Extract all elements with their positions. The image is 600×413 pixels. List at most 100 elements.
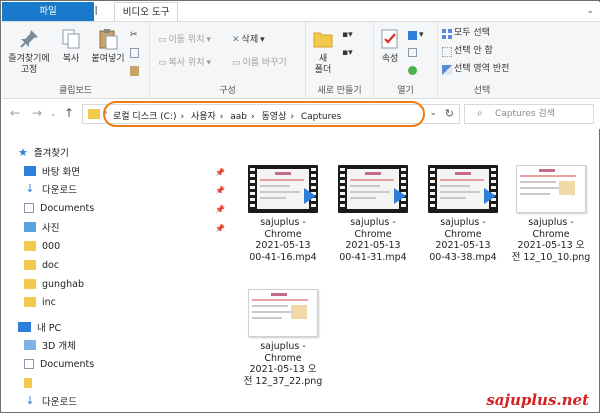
invert-selection-icon bbox=[442, 64, 452, 75]
new-item-icon[interactable]: ▪▾ bbox=[342, 30, 353, 41]
ribbon-collapse-icon[interactable]: ⌄ bbox=[586, 6, 594, 16]
search-box[interactable]: ⌕ Captures 검색 bbox=[464, 104, 594, 124]
explorer-window: 파일 홈 공유 보기 비디오 도구 ⌄ 즐겨찾기에 고정 복사 붙여넣기 ✂ bbox=[0, 0, 600, 413]
nav-item-downloads[interactable]: ↓ 다운로드 bbox=[24, 180, 77, 198]
play-icon bbox=[484, 188, 496, 204]
nav-item-pc-file[interactable] bbox=[24, 374, 38, 392]
delete-label: 삭제 bbox=[241, 35, 259, 45]
open-icon[interactable]: ▾ bbox=[408, 30, 424, 41]
nav-item-label: gunghab bbox=[42, 278, 84, 290]
group-new: 새 폴더 ▪▾ ▪▾ 새로 만들기 bbox=[306, 22, 374, 99]
history-icon[interactable] bbox=[408, 66, 417, 75]
file-item[interactable]: sajuplus - Chrome 2021-05-13 00-41-16.mp4 bbox=[237, 165, 329, 263]
nav-item-desktop[interactable]: 바탕 화면 bbox=[24, 162, 80, 180]
chevron-down-icon: ▾ bbox=[206, 58, 212, 68]
file-name: sajuplus - Chrome 2021-05-13 00-41-16.mp4 bbox=[249, 217, 317, 263]
new-group-label: 새로 만들기 bbox=[317, 86, 362, 96]
paste-button[interactable]: 붙여넣기 bbox=[88, 28, 128, 65]
up-arrow-icon[interactable]: ↑ bbox=[64, 106, 74, 120]
invert-selection-button[interactable]: 선택 영역 반전 bbox=[442, 64, 509, 75]
file-item[interactable]: sajuplus - Chrome 2021-05-13 오전 12_10_10.p… bbox=[505, 165, 597, 263]
breadcrumb-aab[interactable]: aab bbox=[230, 112, 247, 122]
copy-to-button[interactable]: ▭ 복사 위치 ▾ bbox=[158, 58, 211, 69]
document-icon bbox=[24, 203, 34, 213]
file-item[interactable]: sajuplus - Chrome 2021-05-13 00-41-31.mp4 bbox=[327, 165, 419, 263]
nav-item-label: 3D 개체 bbox=[42, 341, 76, 352]
nav-item-folder-inc[interactable]: inc bbox=[24, 293, 56, 311]
paste-shortcut-icon[interactable] bbox=[130, 66, 139, 76]
folder-icon bbox=[24, 260, 36, 270]
recent-locations-icon[interactable]: ⌄ bbox=[50, 109, 57, 118]
nav-item-folder-doc[interactable]: doc bbox=[24, 256, 59, 274]
delete-button[interactable]: ✕ 삭제 ▾ bbox=[232, 35, 265, 46]
nav-item-3d-objects[interactable]: 3D 개체 bbox=[24, 336, 76, 354]
breadcrumb-local-disk[interactable]: 로컬 디스크 (C:) bbox=[113, 112, 176, 122]
select-none-button[interactable]: 선택 안 함 bbox=[442, 46, 493, 57]
rename-icon: ▭ bbox=[232, 58, 241, 68]
new-folder-label-2: 폴더 bbox=[314, 65, 332, 75]
nav-item-documents[interactable]: Documents bbox=[24, 199, 94, 217]
nav-item-folder-000[interactable]: 000 bbox=[24, 237, 60, 255]
nav-item-label: 다운로드 bbox=[42, 185, 77, 196]
breadcrumb-users[interactable]: 사용자 bbox=[191, 112, 216, 122]
nav-quick-access[interactable]: ★ 즐겨찾기 bbox=[18, 143, 69, 161]
pin-quick-access-button[interactable]: 즐겨찾기에 고정 bbox=[6, 28, 52, 76]
nav-item-folder-gunghab[interactable]: gunghab bbox=[24, 275, 84, 293]
nav-item-pc-documents[interactable]: Documents bbox=[24, 355, 94, 373]
paste-label: 붙여넣기 bbox=[91, 54, 125, 64]
play-icon bbox=[394, 188, 406, 204]
copy-button[interactable]: 복사 bbox=[54, 28, 88, 65]
nav-item-label: doc bbox=[42, 259, 60, 271]
copy-icon bbox=[62, 29, 80, 49]
chevron-down-icon: ▾ bbox=[260, 35, 265, 45]
copy-to-label: 복사 위치 bbox=[168, 58, 205, 68]
select-all-button[interactable]: 모두 선택 bbox=[442, 28, 490, 39]
new-folder-label-1: 새 bbox=[318, 54, 328, 64]
file-item[interactable]: sajuplus - Chrome 2021-05-13 00-43-38.mp4 bbox=[417, 165, 509, 263]
copy-path-icon[interactable] bbox=[130, 48, 139, 58]
select-all-icon bbox=[442, 28, 452, 39]
nav-item-pc-downloads[interactable]: ↓ 다운로드 bbox=[24, 392, 77, 410]
breadcrumb-captures[interactable]: Captures bbox=[301, 112, 341, 122]
easy-access-icon[interactable]: ▪▾ bbox=[342, 48, 353, 59]
folder-icon bbox=[88, 109, 100, 119]
pin-icon bbox=[20, 30, 38, 48]
tab-file[interactable]: 파일 bbox=[2, 2, 94, 21]
folder-icon bbox=[313, 32, 333, 48]
star-icon: ★ bbox=[18, 145, 28, 159]
tab-video-tools[interactable]: 비디오 도구 bbox=[113, 2, 179, 21]
properties-label: 속성 bbox=[381, 54, 399, 64]
file-name: sajuplus - Chrome 2021-05-13 오전 12_37_22.p… bbox=[243, 341, 323, 387]
delete-icon: ✕ bbox=[232, 35, 240, 45]
nav-this-pc[interactable]: 내 PC bbox=[18, 318, 61, 336]
nav-item-label: 000 bbox=[42, 240, 61, 252]
nav-item-label: 바탕 화면 bbox=[42, 167, 80, 178]
new-folder-button[interactable]: 새 폴더 bbox=[310, 28, 336, 76]
rename-button[interactable]: ▭ 이름 바꾸기 bbox=[232, 58, 287, 69]
nav-item-label: Documents bbox=[40, 202, 95, 214]
image-thumbnail bbox=[248, 289, 318, 337]
breadcrumb-videos[interactable]: 동영상 bbox=[262, 112, 287, 122]
properties-button[interactable]: 속성 bbox=[376, 28, 404, 65]
select-group-label: 선택 bbox=[473, 86, 491, 96]
address-dropdown-icon[interactable]: ⌄ bbox=[429, 108, 437, 118]
move-to-button[interactable]: ▭ 이동 위치 ▾ bbox=[158, 35, 211, 46]
pin-label-2: 고정 bbox=[20, 65, 38, 75]
cut-icon[interactable]: ✂ bbox=[130, 30, 138, 41]
properties-icon bbox=[381, 29, 398, 49]
nav-item-pictures[interactable]: 사진 bbox=[24, 218, 59, 236]
organize-group-label: 구성 bbox=[219, 86, 236, 96]
address-bar[interactable]: › 로컬 디스크 (C:) › 사용자 › aab › 동영상 › Captures ⌄… bbox=[82, 104, 460, 124]
folder-icon bbox=[24, 297, 36, 307]
forward-arrow-icon[interactable]: → bbox=[32, 106, 42, 120]
edit-icon[interactable] bbox=[408, 48, 417, 57]
pin-label-1: 즐겨찾기에 bbox=[8, 54, 50, 64]
refresh-icon[interactable]: ↻ bbox=[445, 107, 454, 120]
pin-icon: 📌 bbox=[215, 224, 225, 233]
move-to-icon: ▭ bbox=[158, 35, 167, 45]
file-item[interactable]: sajuplus - Chrome 2021-05-13 오전 12_37_22.p… bbox=[237, 289, 329, 387]
document-icon bbox=[24, 359, 34, 369]
breadcrumb-separator-icon: › bbox=[104, 108, 108, 118]
move-to-label: 이동 위치 bbox=[168, 35, 205, 45]
back-arrow-icon[interactable]: ← bbox=[10, 106, 20, 120]
